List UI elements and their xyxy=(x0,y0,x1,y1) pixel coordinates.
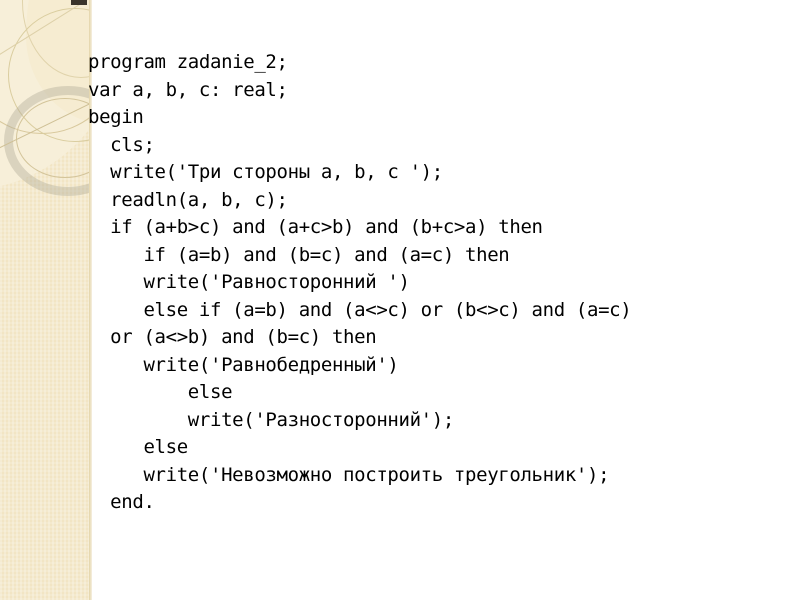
slide-canvas: program zadanie_2;var a, b, c: real; begi… xyxy=(0,0,800,600)
code-line: write('Невозможно построить треугольник'… xyxy=(88,463,610,486)
code-line: write('Равнобедренный') xyxy=(88,353,399,376)
decorative-sidebar xyxy=(0,0,92,600)
code-line: begin xyxy=(88,106,144,128)
code-line: else xyxy=(88,436,188,458)
code-line: or (a<>b) and (b=c) then xyxy=(88,326,377,348)
code-line: write('Равносторонний ') xyxy=(88,271,410,293)
code-line: else if (a=b) and (a<>c) or (b<>c) and (… xyxy=(88,298,632,321)
code-line: if (a+b>c) and (a+c>b) and (b+c>a) then xyxy=(88,216,543,238)
code-line: cls; xyxy=(88,133,155,156)
code-line: write('Три стороны a, b, c '); xyxy=(88,161,443,183)
code-line: else xyxy=(88,381,233,403)
code-line: write('Разносторонний'); xyxy=(88,408,454,431)
code-line: readln(a, b, c); xyxy=(88,188,288,211)
code-line: var a, b, c: real; xyxy=(88,78,288,101)
code-line: program zadanie_2; xyxy=(88,51,288,73)
code-line: if (a=b) and (b=c) and (a=c) then xyxy=(88,243,510,266)
pascal-code-block: program zadanie_2;var a, b, c: real; begi… xyxy=(88,49,794,517)
top-edge-mark xyxy=(71,0,87,5)
code-line: end. xyxy=(88,491,155,513)
